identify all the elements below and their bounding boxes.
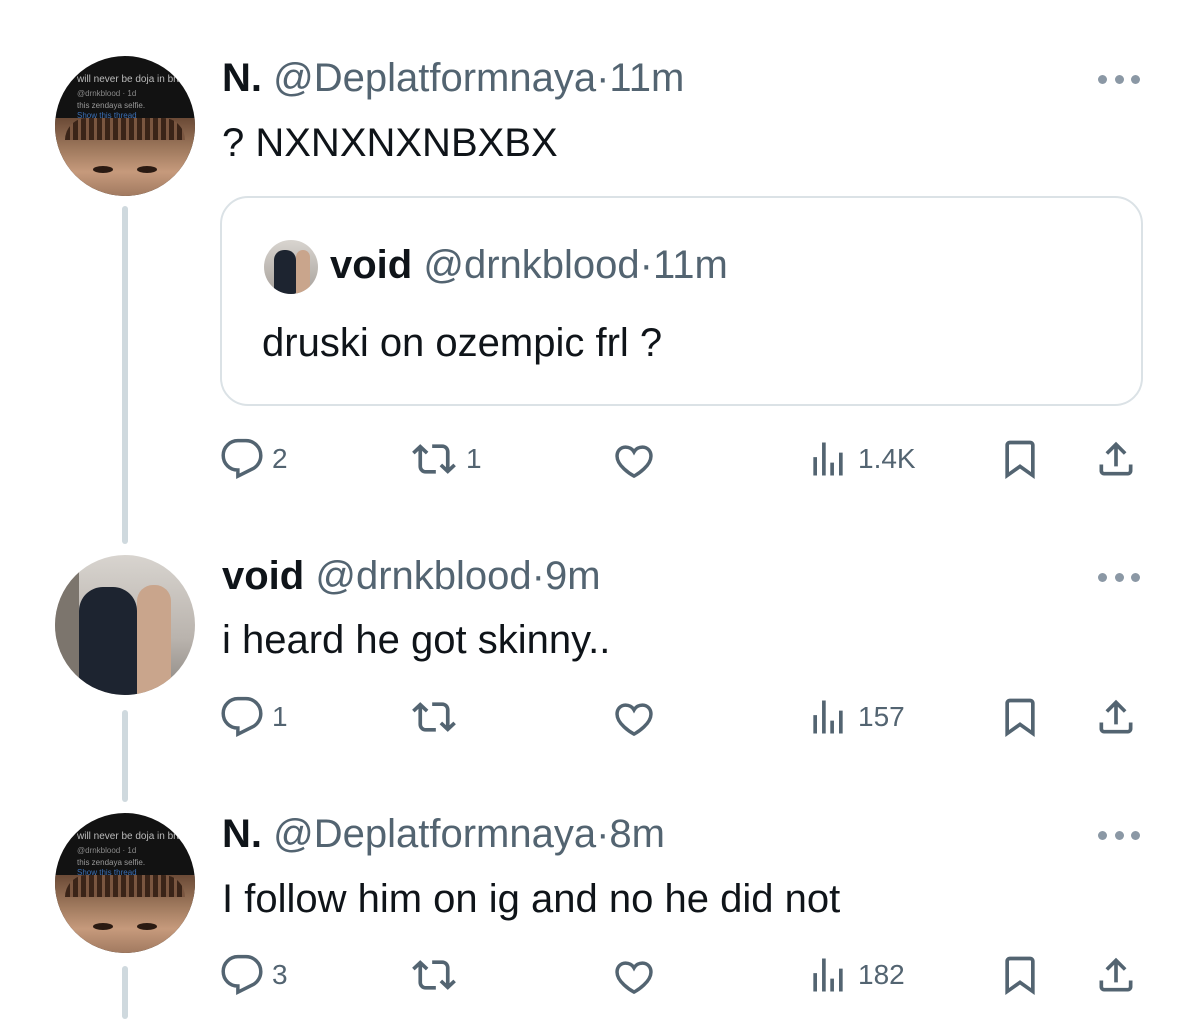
like-button[interactable] bbox=[612, 434, 664, 484]
speech-bubble-icon bbox=[221, 696, 263, 738]
share-upload-icon bbox=[1099, 441, 1133, 476]
tweet-actions: 1 157 bbox=[0, 692, 1200, 742]
tweet-header: N. @Deplatformnaya·11m bbox=[222, 55, 684, 101]
avatar-caption: will never be doja in braids bbox=[77, 831, 195, 842]
separator-dot: · bbox=[531, 554, 545, 598]
reply-button[interactable]: 3 bbox=[220, 950, 288, 1000]
avatar-photo-eye bbox=[93, 166, 113, 173]
user-handle[interactable]: @Deplatformnaya bbox=[273, 56, 596, 100]
view-count: 1.4K bbox=[858, 443, 916, 474]
bookmark-button[interactable] bbox=[998, 692, 1042, 742]
bar-chart-icon bbox=[813, 958, 843, 992]
heart-icon bbox=[615, 445, 653, 479]
avatar-photo bbox=[274, 250, 296, 294]
more-options-icon[interactable] bbox=[1098, 73, 1140, 85]
reply-count: 2 bbox=[272, 443, 288, 474]
repost-button[interactable] bbox=[410, 692, 466, 742]
tweet-text: i heard he got skinny.. bbox=[222, 618, 611, 662]
separator-dot: · bbox=[639, 243, 653, 287]
more-options-icon[interactable] bbox=[1098, 829, 1140, 841]
avatar[interactable]: will never be doja in braids @drnkblood … bbox=[55, 56, 195, 196]
separator-dot: · bbox=[596, 56, 610, 100]
like-button[interactable] bbox=[612, 692, 664, 742]
heart-icon bbox=[615, 961, 653, 995]
speech-bubble-icon bbox=[221, 438, 263, 480]
views-button[interactable]: 157 bbox=[806, 692, 905, 742]
quoted-tweet[interactable]: void @drnkblood·11m druski on ozempic fr… bbox=[220, 196, 1143, 406]
user-handle[interactable]: @drnkblood bbox=[315, 554, 531, 598]
timestamp[interactable]: 11m bbox=[653, 243, 728, 287]
repost-arrows-icon bbox=[412, 702, 456, 732]
avatar-caption: this zendaya selfie. bbox=[77, 101, 146, 110]
tweet-actions: 3 182 bbox=[0, 950, 1200, 1000]
bookmark-icon bbox=[1005, 698, 1035, 738]
reply-count: 1 bbox=[272, 701, 288, 732]
repost-arrows-icon bbox=[412, 444, 456, 474]
avatar-photo-braids bbox=[65, 118, 185, 140]
avatar-caption: this zendaya selfie. bbox=[77, 858, 146, 867]
avatar-photo-braids bbox=[65, 875, 185, 897]
views-button[interactable]: 1.4K bbox=[806, 434, 916, 484]
user-handle[interactable]: @Deplatformnaya bbox=[273, 812, 596, 856]
avatar-photo bbox=[79, 587, 137, 695]
reply-button[interactable]: 2 bbox=[220, 434, 288, 484]
repost-count: 1 bbox=[466, 443, 482, 474]
avatar-photo-eye bbox=[137, 166, 157, 173]
avatar-photo-eye bbox=[137, 923, 157, 930]
timestamp[interactable]: 8m bbox=[609, 812, 665, 856]
user-handle[interactable]: @drnkblood bbox=[423, 243, 639, 287]
like-button[interactable] bbox=[612, 950, 664, 1000]
share-button[interactable] bbox=[1094, 692, 1138, 742]
display-name[interactable]: N. bbox=[222, 56, 262, 100]
avatar-caption: @drnkblood · 1d bbox=[77, 89, 137, 98]
speech-bubble-icon bbox=[221, 954, 263, 996]
bookmark-button[interactable] bbox=[998, 434, 1042, 484]
avatar-photo-eye bbox=[93, 923, 113, 930]
repost-button[interactable] bbox=[410, 950, 466, 1000]
tweet-text: ? NXNXNXNBXBX bbox=[222, 121, 558, 165]
avatar[interactable] bbox=[55, 555, 195, 695]
timestamp[interactable]: 11m bbox=[609, 56, 684, 100]
tweet-actions: 2 1 1.4K bbox=[0, 434, 1200, 484]
avatar-caption: @drnkblood · 1d bbox=[77, 846, 137, 855]
tweet-header: void @drnkblood·9m bbox=[222, 553, 601, 599]
tweet-header: N. @Deplatformnaya·8m bbox=[222, 811, 665, 857]
bookmark-icon bbox=[1005, 956, 1035, 996]
separator-dot: · bbox=[596, 812, 610, 856]
repost-arrows-icon bbox=[412, 960, 456, 990]
quoted-tweet-text: druski on ozempic frl ? bbox=[262, 321, 663, 365]
avatar-photo bbox=[137, 585, 171, 695]
display-name[interactable]: N. bbox=[222, 812, 262, 856]
heart-icon bbox=[615, 703, 653, 737]
bar-chart-icon bbox=[813, 700, 843, 734]
quoted-tweet-header: void @drnkblood·11m bbox=[330, 242, 728, 288]
avatar-caption: will never be doja in braids bbox=[77, 74, 195, 85]
share-upload-icon bbox=[1099, 957, 1133, 992]
reply-button[interactable]: 1 bbox=[220, 692, 288, 742]
tweet-text: I follow him on ig and no he did not bbox=[222, 877, 841, 921]
repost-button[interactable]: 1 bbox=[410, 434, 482, 484]
avatar-photo bbox=[55, 555, 79, 695]
view-count: 182 bbox=[858, 959, 905, 990]
more-options-icon[interactable] bbox=[1098, 571, 1140, 583]
reply-count: 3 bbox=[272, 959, 288, 990]
share-button[interactable] bbox=[1094, 950, 1138, 1000]
bar-chart-icon bbox=[813, 442, 843, 476]
view-count: 157 bbox=[858, 701, 905, 732]
timestamp[interactable]: 9m bbox=[545, 554, 601, 598]
display-name[interactable]: void bbox=[222, 554, 304, 598]
avatar[interactable] bbox=[264, 240, 318, 294]
thread-connector-line bbox=[122, 206, 128, 544]
bookmark-button[interactable] bbox=[998, 950, 1042, 1000]
views-button[interactable]: 182 bbox=[806, 950, 905, 1000]
share-upload-icon bbox=[1099, 699, 1133, 734]
share-button[interactable] bbox=[1094, 434, 1138, 484]
display-name[interactable]: void bbox=[330, 243, 412, 287]
bookmark-icon bbox=[1005, 440, 1035, 480]
avatar-photo bbox=[296, 250, 310, 294]
avatar[interactable]: will never be doja in braids @drnkblood … bbox=[55, 813, 195, 953]
